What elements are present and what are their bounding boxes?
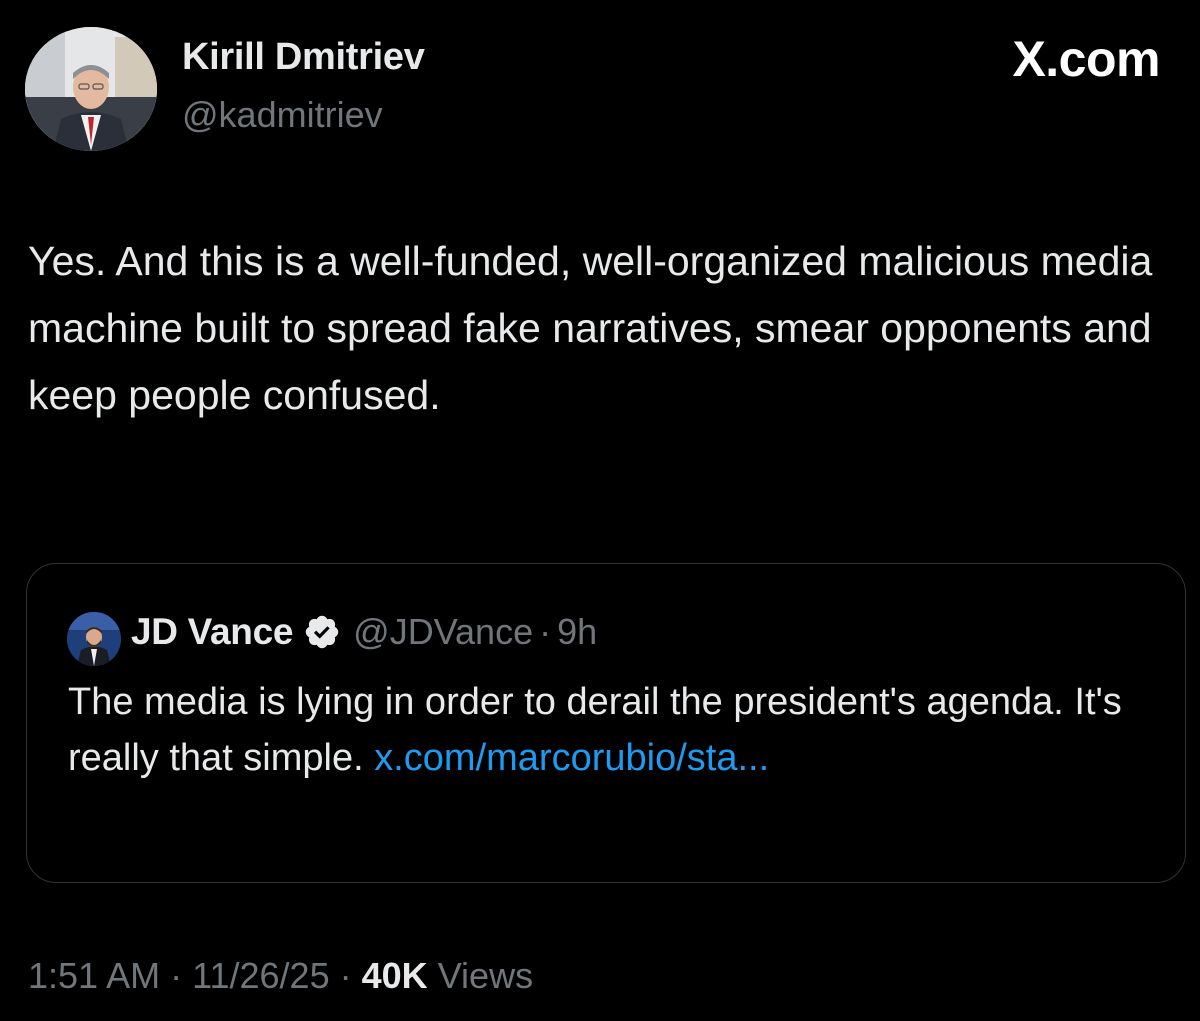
quoted-tweet-link[interactable]: x.com/marcorubio/sta... [374,737,769,779]
tweet-time[interactable]: 1:51 AM [28,955,160,996]
quoted-tweet-header: JD Vance @JDVance · 9h [131,608,597,656]
verified-badge-icon[interactable] [303,613,341,651]
quoted-tweet-text: The media is lying in order to derail th… [68,674,1148,786]
tweet-text: Yes. And this is a well-funded, well-org… [28,238,1153,418]
quoted-author-name[interactable]: JD Vance [131,611,293,653]
quoted-tweet-card[interactable]: JD Vance @JDVance · 9h The media is lyin… [26,563,1186,883]
views-count[interactable]: 40K [362,955,428,996]
author-handle[interactable]: @kadmitriev [182,94,383,136]
quoted-author-handle[interactable]: @JDVance [353,611,533,653]
brand-watermark: X.com [1012,31,1160,87]
quoted-tweet-time[interactable]: 9h [557,611,597,653]
author-avatar[interactable] [25,27,157,151]
quoted-author-avatar[interactable] [67,612,121,666]
views-label[interactable]: Views [438,955,533,996]
profile-photo [67,612,121,666]
tweet-date[interactable]: 11/26/25 [192,955,329,996]
separator-dot: · [170,955,183,996]
profile-photo [25,27,157,151]
separator-dot: · [539,611,552,652]
author-display-name[interactable]: Kirill Dmitriev [182,36,425,79]
tweet-meta: 1:51 AM · 11/26/25 · 40K Views [28,955,533,997]
separator-dot: · [339,955,352,996]
